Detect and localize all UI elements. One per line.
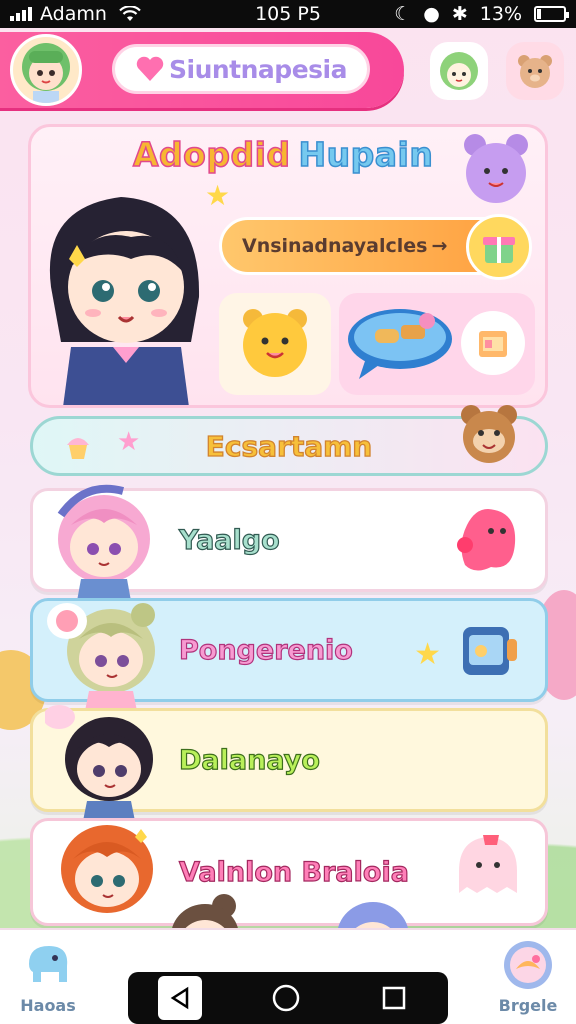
system-navigation-bar <box>128 972 448 1024</box>
star-icon: ★ <box>414 637 441 672</box>
yellow-bear-icon <box>243 309 307 377</box>
character-portrait <box>61 825 153 913</box>
battery-icon <box>534 6 569 22</box>
star-icon: ★ <box>205 179 231 212</box>
character-name: Yaalgo <box>178 524 280 556</box>
pet-button[interactable] <box>506 42 564 100</box>
moon-icon: ☾ <box>394 3 412 25</box>
featured-character-illustration <box>49 197 200 405</box>
arrow-right-icon: → <box>431 235 448 257</box>
bubble-tile[interactable] <box>339 293 535 395</box>
bear-character-icon <box>464 134 528 203</box>
carrier-name: Adamn <box>40 3 107 25</box>
character-portrait <box>47 603 155 711</box>
signal-icon <box>10 7 32 21</box>
recents-square-icon <box>382 986 406 1010</box>
nav-home[interactable]: Haoas <box>8 938 88 1015</box>
nav-explore[interactable]: Brgele <box>488 938 568 1015</box>
character-name: Pongerenio <box>178 634 353 666</box>
featured-title-word-2: Hupain <box>298 134 434 175</box>
featured-cta-button[interactable]: Vnsinadnayalcles → <box>219 214 532 280</box>
bird-globe-icon <box>501 938 555 992</box>
character-row[interactable]: Valnlon Braloia <box>30 818 548 926</box>
home-circle-icon <box>272 984 300 1012</box>
heart-logo-icon <box>136 56 164 81</box>
character-portrait <box>57 484 150 601</box>
system-recents-button[interactable] <box>370 976 418 1020</box>
pink-blob-icon <box>453 505 523 575</box>
battery-percent: 13% <box>479 3 522 25</box>
character-portrait <box>45 705 153 821</box>
game-box-icon <box>461 311 525 375</box>
star-icon: ★ <box>117 427 141 457</box>
character-row[interactable]: Yaalgo <box>30 484 548 601</box>
featured-cta-label: Vnsinadnayalcles <box>242 235 428 257</box>
clock: 105 P5 <box>255 3 321 25</box>
bear-face-icon <box>518 55 552 88</box>
elephant-icon <box>21 938 75 992</box>
gift-box-icon <box>466 214 532 280</box>
pink-ghost-icon <box>453 831 523 901</box>
system-home-button[interactable] <box>262 976 310 1020</box>
green-face-icon <box>440 52 478 90</box>
yellow-bear-tile[interactable] <box>219 293 331 395</box>
system-back-button[interactable] <box>158 976 202 1020</box>
girl-avatar-icon[interactable] <box>10 34 82 106</box>
nav-explore-label: Brgele <box>498 996 558 1015</box>
featured-card: Adopdid Hupain ★ Vnsinadnayalcles → <box>28 124 548 408</box>
nav-home-label: Haoas <box>20 996 76 1015</box>
alarm-icon: ● <box>423 3 440 25</box>
character-name: Valnlon Braloia <box>178 856 409 888</box>
section-banner-label: Ecsartamn <box>205 429 373 463</box>
app-header: Siuntnapesia <box>0 30 576 112</box>
status-bar: Adamn 105 P5 ☾ ● ✱ 13% <box>0 0 576 28</box>
toaster-icon <box>453 615 523 685</box>
character-name: Dalanayo <box>178 744 320 776</box>
wifi-icon <box>119 6 141 21</box>
section-banner[interactable]: ★ Ecsartamn <box>30 405 548 476</box>
cupcake-icon <box>67 438 89 459</box>
bear-mascot-icon <box>461 405 517 463</box>
app-title-text: Siuntnapesia <box>169 54 347 84</box>
profile-button[interactable] <box>430 42 488 100</box>
character-row[interactable]: Pongerenio ★ <box>30 598 548 711</box>
character-row[interactable]: Dalanayo <box>30 705 548 821</box>
blue-bubble-icon <box>348 309 452 379</box>
bluetooth-icon: ✱ <box>451 3 468 25</box>
back-triangle-icon <box>170 986 189 1010</box>
app-title: Siuntnapesia <box>112 44 370 94</box>
